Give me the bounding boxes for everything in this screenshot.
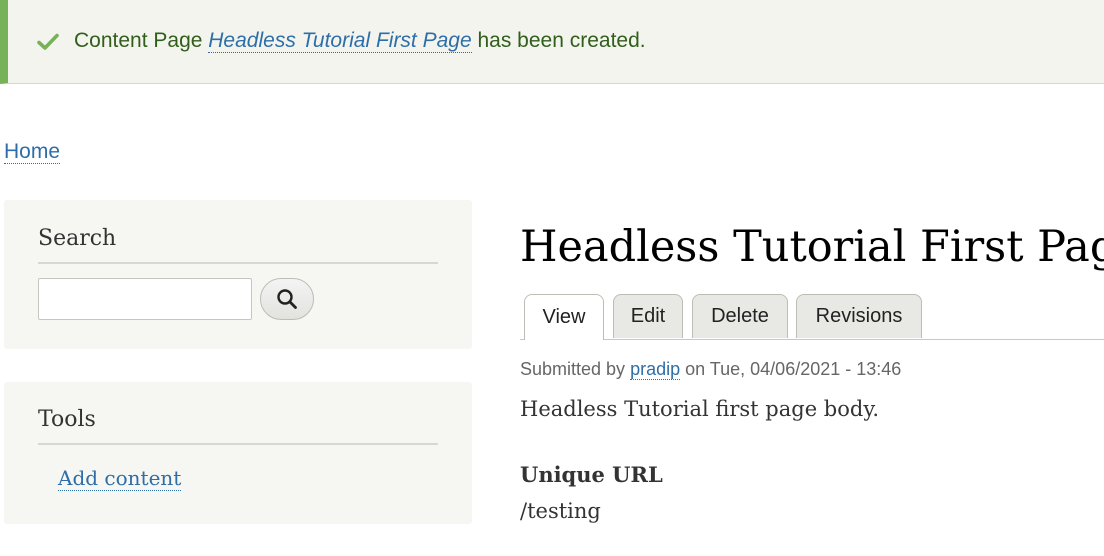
search-button[interactable]	[260, 278, 314, 320]
status-suffix: has been created.	[471, 29, 646, 52]
field-value-unique-url: /testing	[520, 499, 601, 523]
tools-block-title: Tools	[38, 407, 96, 432]
search-icon	[277, 289, 297, 309]
submitted-prefix: Submitted by	[520, 359, 631, 379]
primary-tabs: View Edit Delete Revisions	[520, 294, 1104, 340]
check-icon	[37, 33, 59, 50]
tools-block: Tools Add content	[4, 382, 472, 524]
search-input[interactable]	[38, 278, 252, 320]
node-body: Headless Tutorial first page body.	[520, 397, 880, 421]
breadcrumb: Home	[4, 140, 61, 164]
tab-delete[interactable]: Delete	[692, 294, 788, 338]
created-page-link[interactable]: Headless Tutorial First Page	[208, 29, 472, 53]
author-link[interactable]: pradip	[630, 359, 681, 380]
search-block: Search	[4, 200, 472, 349]
tab-edit[interactable]: Edit	[613, 294, 683, 338]
submitted-date: on Tue, 04/06/2021 - 13:46	[680, 359, 902, 379]
page-title: Headless Tutorial First Page	[520, 222, 1104, 272]
status-text: Content Page Headless Tutorial First Pag…	[74, 29, 646, 53]
field-label-unique-url: Unique URL	[520, 462, 663, 487]
status-message: Content Page Headless Tutorial First Pag…	[0, 0, 1104, 84]
breadcrumb-home-link[interactable]: Home	[4, 140, 61, 164]
search-block-divider	[38, 262, 438, 264]
tools-block-divider	[38, 443, 438, 445]
add-content-link[interactable]: Add content	[58, 466, 182, 491]
search-block-title: Search	[38, 226, 117, 251]
status-prefix: Content Page	[74, 29, 209, 52]
tab-revisions[interactable]: Revisions	[796, 294, 922, 338]
submitted-info: Submitted by pradip on Tue, 04/06/2021 -…	[520, 359, 901, 380]
tab-view[interactable]: View	[524, 294, 604, 340]
